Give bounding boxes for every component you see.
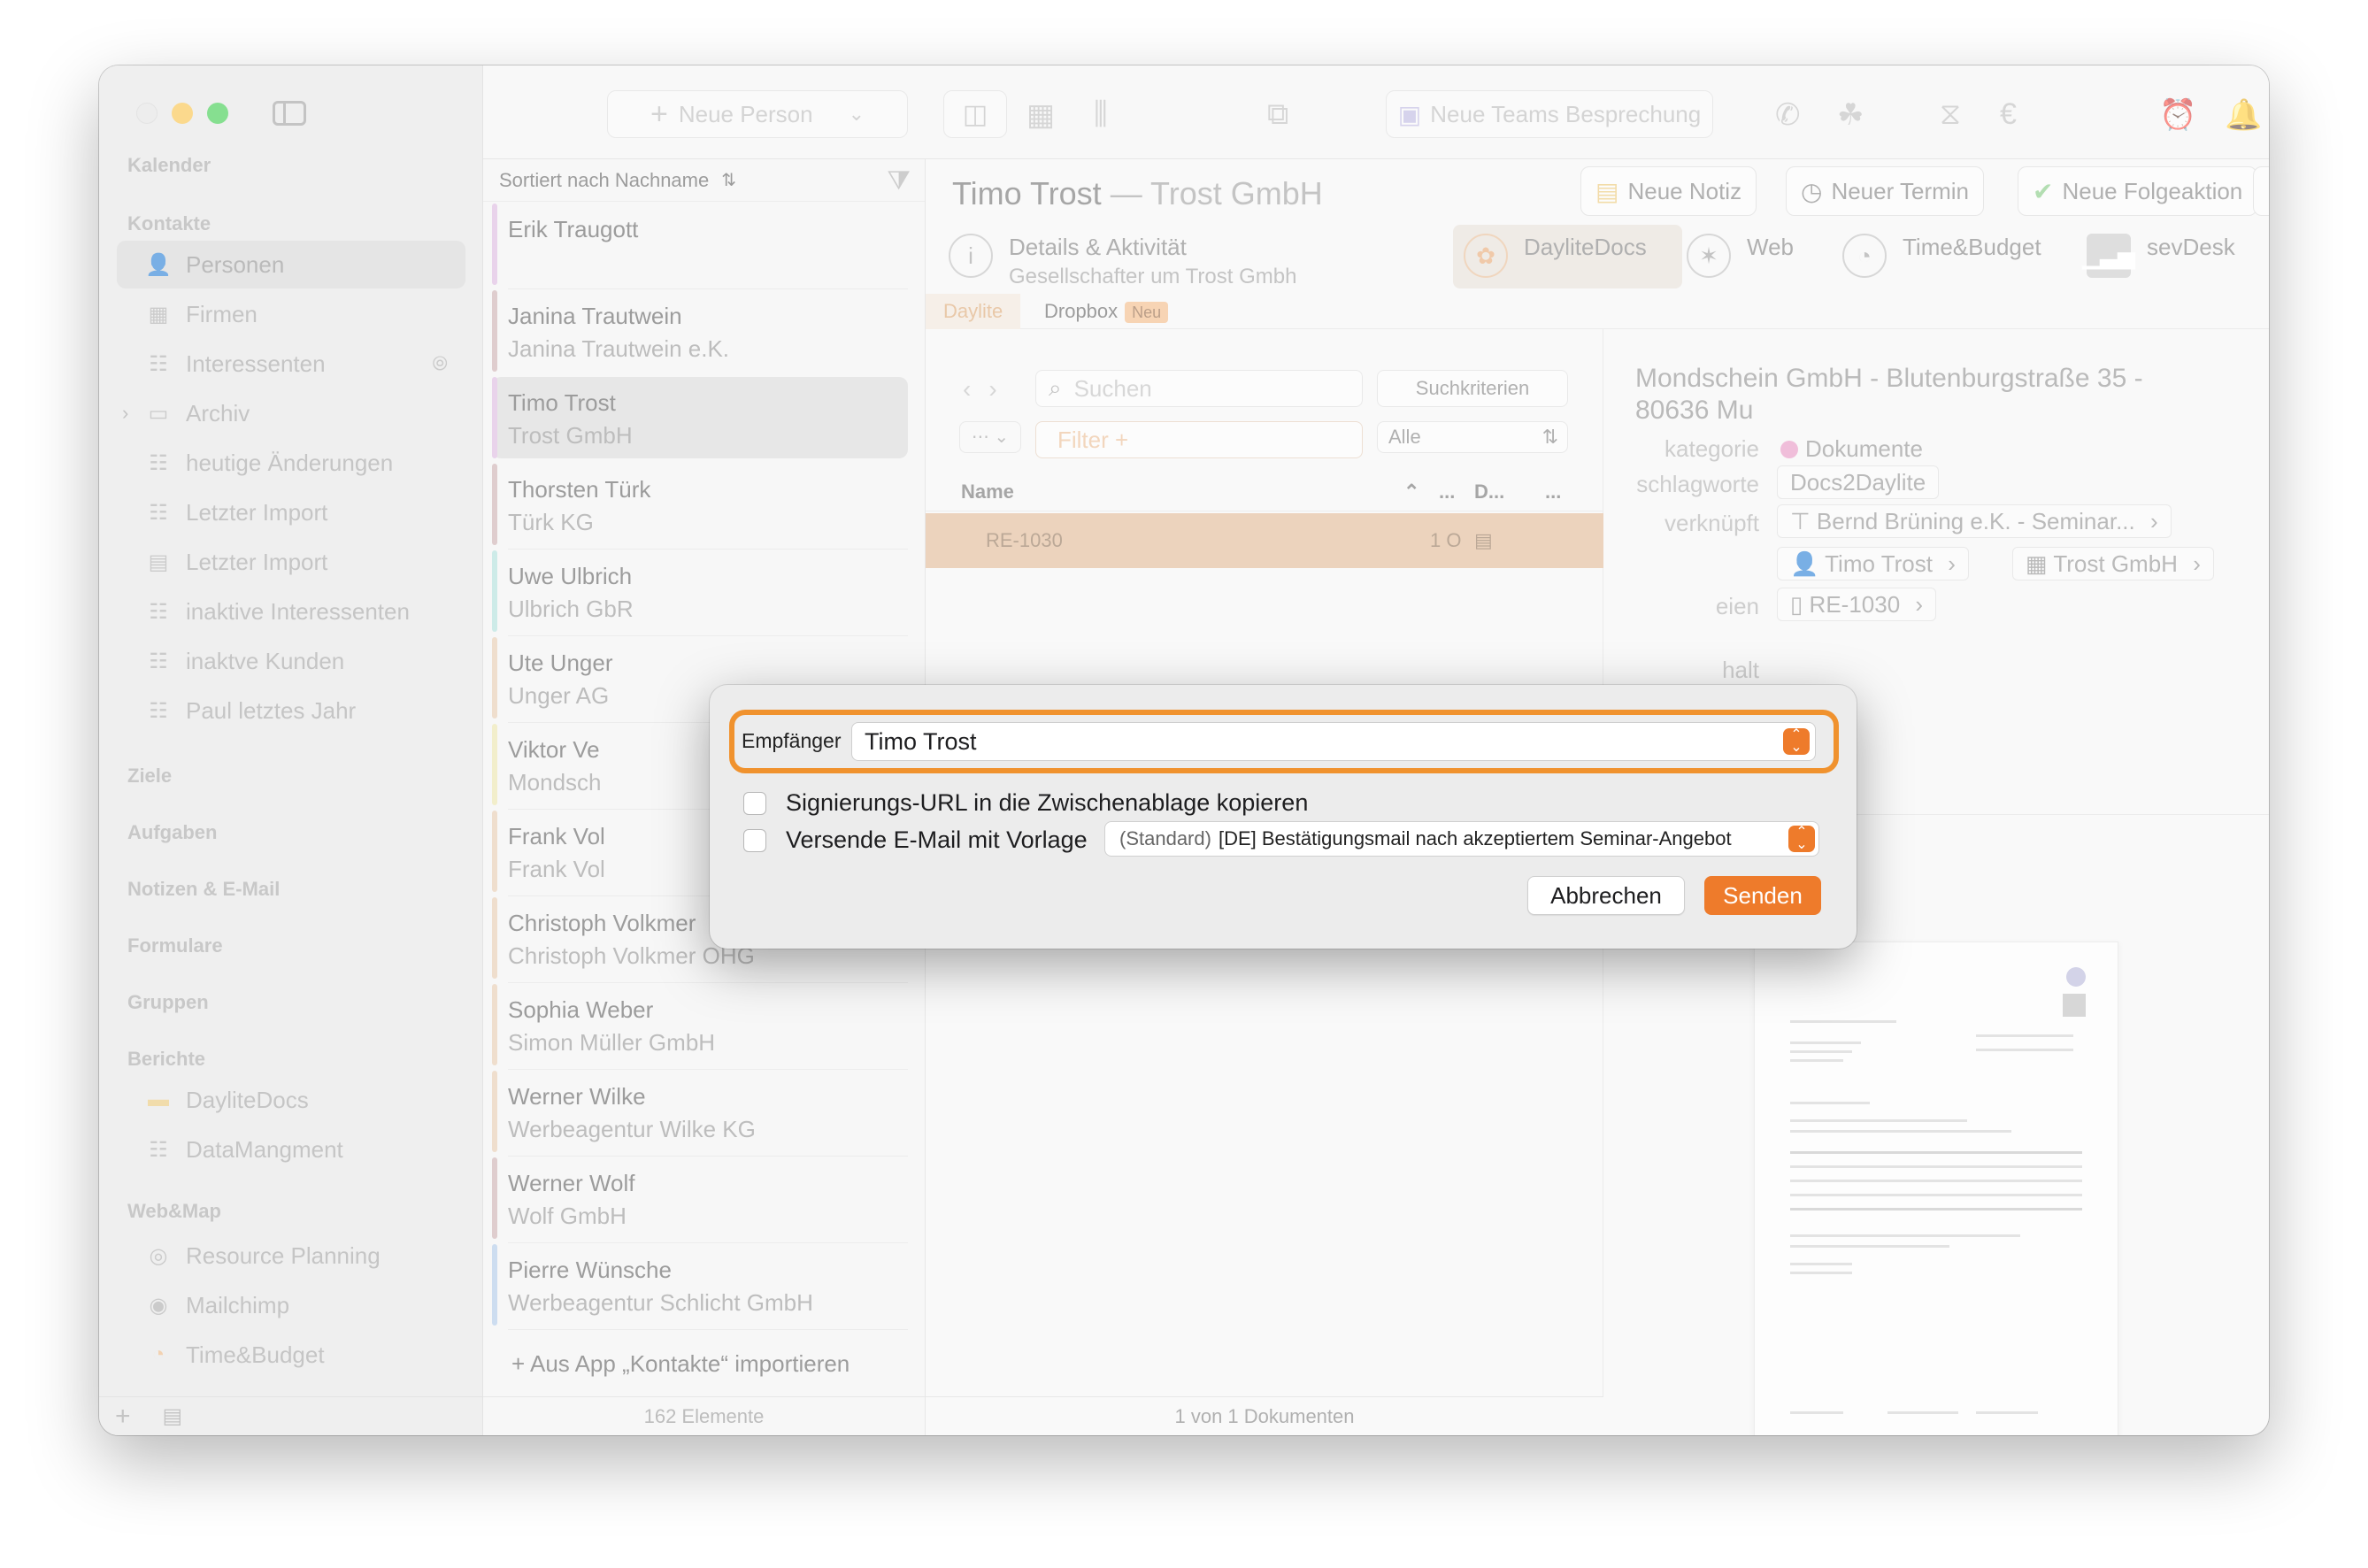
- app-window: Kalender Kontakte 👤 Personen ▦ Firmen ☷ …: [99, 65, 2269, 1435]
- send-button[interactable]: Senden: [1704, 876, 1821, 915]
- copy-url-checkbox[interactable]: [743, 791, 766, 815]
- stepper-icon[interactable]: ⌃ ⌄: [1788, 826, 1815, 852]
- cancel-button[interactable]: Abbrechen: [1527, 876, 1685, 915]
- recipient-select[interactable]: Timo Trost ⌃ ⌄: [851, 722, 1816, 761]
- copy-url-option[interactable]: Signierungs-URL in die Zwischenablage ko…: [743, 789, 1308, 817]
- stepper-icon[interactable]: ⌃ ⌄: [1783, 728, 1810, 755]
- send-mail-checkbox[interactable]: [743, 828, 766, 852]
- recipient-row: Empfänger Timo Trost ⌃ ⌄: [729, 710, 1839, 773]
- send-mail-option[interactable]: Versende E-Mail mit Vorlage: [743, 826, 1088, 854]
- send-signature-dialog: Empfänger Timo Trost ⌃ ⌄ Signierungs-URL …: [710, 685, 1857, 949]
- recipient-label: Empfänger: [742, 729, 842, 752]
- template-select[interactable]: (Standard) [DE] Bestätigungsmail nach akz…: [1104, 821, 1819, 857]
